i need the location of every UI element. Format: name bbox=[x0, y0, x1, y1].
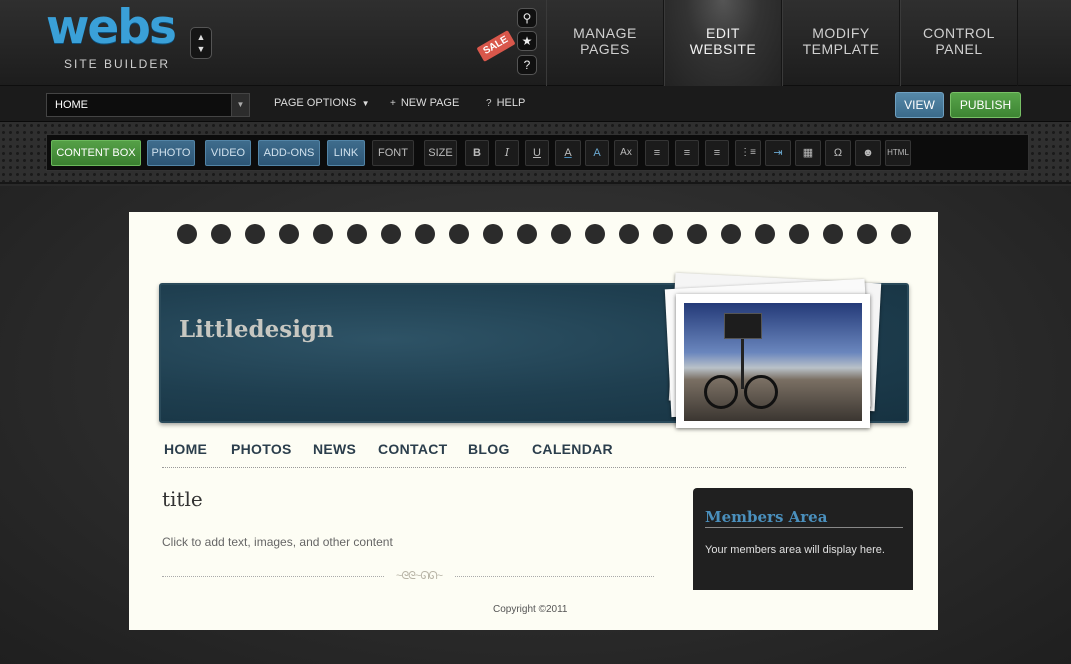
star-icon: ★ bbox=[521, 34, 533, 48]
site-nav-calendar[interactable]: CALENDAR bbox=[532, 441, 613, 457]
align-center-button[interactable]: ≡ bbox=[675, 140, 699, 166]
nav-divider bbox=[162, 467, 906, 468]
content-placeholder[interactable]: Click to add text, images, and other con… bbox=[162, 535, 393, 549]
copyright-text: Copyright ©2011 bbox=[493, 604, 568, 615]
chevron-down-icon[interactable]: ▼ bbox=[231, 94, 249, 116]
help-link[interactable]: ? HELP bbox=[486, 97, 525, 109]
site-nav-home[interactable]: HOME bbox=[164, 441, 207, 457]
plus-icon: + bbox=[390, 98, 396, 109]
html-button[interactable]: HTML bbox=[885, 140, 911, 166]
table-button[interactable]: ▦ bbox=[795, 140, 821, 166]
text-color-button[interactable]: A bbox=[555, 140, 581, 166]
tab-label-line1: MANAGE bbox=[573, 25, 637, 41]
smiley-icon: ☻ bbox=[862, 147, 874, 159]
question-icon: ? bbox=[523, 58, 531, 72]
bold-button[interactable]: B bbox=[465, 140, 489, 166]
italic-button[interactable]: I bbox=[495, 140, 519, 166]
align-right-icon: ≡ bbox=[713, 147, 721, 159]
site-title[interactable]: Littledesign bbox=[179, 316, 334, 343]
site-nav-news[interactable]: NEWS bbox=[313, 441, 356, 457]
publish-button[interactable]: PUBLISH bbox=[950, 92, 1021, 118]
size-button[interactable]: SIZE bbox=[424, 140, 457, 166]
photo-button[interactable]: PHOTO bbox=[147, 140, 195, 166]
list-icon: ⋮≡ bbox=[740, 147, 756, 158]
question-icon: ? bbox=[486, 98, 492, 109]
content-title[interactable]: title bbox=[162, 487, 203, 511]
site-switch-button[interactable]: ▲ ▼ bbox=[190, 27, 212, 59]
new-page-button[interactable]: + NEW PAGE bbox=[390, 97, 459, 109]
logo-word: webs bbox=[46, 0, 177, 55]
align-right-button[interactable]: ≡ bbox=[705, 140, 729, 166]
members-area-box[interactable]: Members Area Your members area will disp… bbox=[693, 488, 913, 590]
editor-toolbar: CONTENT BOX PHOTO VIDEO ADD-ONS LINK FON… bbox=[46, 134, 1029, 171]
underline-button[interactable]: U bbox=[525, 140, 549, 166]
members-area-text: Your members area will display here. bbox=[705, 544, 885, 556]
ornament-icon: ~ᘓᘓ~ᘏᘏ~ bbox=[384, 569, 454, 583]
favorites-button[interactable]: ★ bbox=[517, 31, 537, 51]
site-nav-photos[interactable]: PHOTOS bbox=[231, 441, 292, 457]
video-button[interactable]: VIDEO bbox=[205, 140, 251, 166]
content-box-button[interactable]: CONTENT BOX bbox=[51, 140, 141, 166]
page-options-label: PAGE OPTIONS bbox=[274, 97, 357, 109]
caret-down-icon: ▼ bbox=[359, 99, 370, 108]
bicycle-photo bbox=[684, 303, 862, 421]
align-left-button[interactable]: ≡ bbox=[645, 140, 669, 166]
add-ons-button[interactable]: ADD-ONS bbox=[258, 140, 320, 166]
tab-label-line2: PAGES bbox=[580, 41, 630, 57]
help-label: HELP bbox=[496, 97, 526, 109]
site-nav-blog[interactable]: BLOG bbox=[468, 441, 510, 457]
table-icon: ▦ bbox=[802, 147, 814, 159]
webs-logo[interactable]: webs SITE BUILDER bbox=[46, 0, 186, 72]
logo-subtitle: SITE BUILDER bbox=[64, 57, 171, 71]
tab-label-line2: PANEL bbox=[935, 41, 983, 57]
bullet-list-button[interactable]: ⋮≡ bbox=[735, 140, 761, 166]
search-icon: ⚲ bbox=[522, 11, 532, 25]
tab-label-line1: EDIT bbox=[706, 25, 740, 41]
align-center-icon: ≡ bbox=[683, 147, 691, 159]
torn-paper-edge bbox=[129, 210, 938, 258]
chevron-down-icon: ▼ bbox=[196, 44, 206, 54]
tab-label-line1: CONTROL bbox=[923, 25, 995, 41]
search-button[interactable]: ⚲ bbox=[517, 8, 537, 28]
tab-label-line2: TEMPLATE bbox=[802, 41, 880, 57]
link-button[interactable]: LINK bbox=[327, 140, 365, 166]
indent-icon: ⇥ bbox=[773, 147, 783, 159]
view-button[interactable]: VIEW bbox=[895, 92, 944, 118]
font-button[interactable]: FONT bbox=[372, 140, 414, 166]
sale-badge[interactable]: SALE bbox=[476, 30, 516, 62]
new-page-label: NEW PAGE bbox=[400, 97, 460, 109]
page-select[interactable]: HOME ▼ bbox=[46, 93, 250, 117]
chevron-up-icon: ▲ bbox=[196, 32, 206, 42]
indent-button[interactable]: ⇥ bbox=[765, 140, 791, 166]
align-left-icon: ≡ bbox=[653, 147, 661, 159]
tab-label-line2: WEBSITE bbox=[689, 41, 757, 57]
header-photo[interactable] bbox=[676, 294, 870, 428]
tab-label-line1: MODIFY bbox=[812, 25, 870, 41]
site-nav-contact[interactable]: CONTACT bbox=[378, 441, 448, 457]
tab-manage-pages[interactable]: MANAGE PAGES bbox=[546, 0, 664, 86]
clear-format-button[interactable]: Ax bbox=[614, 140, 638, 166]
help-button[interactable]: ? bbox=[517, 55, 537, 75]
page-options-menu[interactable]: PAGE OPTIONS ▼ bbox=[274, 97, 370, 109]
page-select-value: HOME bbox=[55, 99, 88, 111]
tab-edit-website[interactable]: EDIT WEBSITE bbox=[664, 0, 782, 86]
members-area-title: Members Area bbox=[705, 508, 903, 528]
tab-control-panel[interactable]: CONTROL PANEL bbox=[900, 0, 1018, 86]
omega-icon: Ω bbox=[833, 147, 843, 159]
page-bar: HOME ▼ PAGE OPTIONS ▼ + NEW PAGE ? HELP VI… bbox=[0, 86, 1071, 122]
emoticon-button[interactable]: ☻ bbox=[855, 140, 881, 166]
top-bar: webs SITE BUILDER ▲ ▼ SALE ⚲ ★ ? MANAGE … bbox=[0, 0, 1071, 86]
highlight-color-button[interactable]: A bbox=[585, 140, 609, 166]
tab-modify-template[interactable]: MODIFY TEMPLATE bbox=[782, 0, 900, 86]
special-character-button[interactable]: Ω bbox=[825, 140, 851, 166]
